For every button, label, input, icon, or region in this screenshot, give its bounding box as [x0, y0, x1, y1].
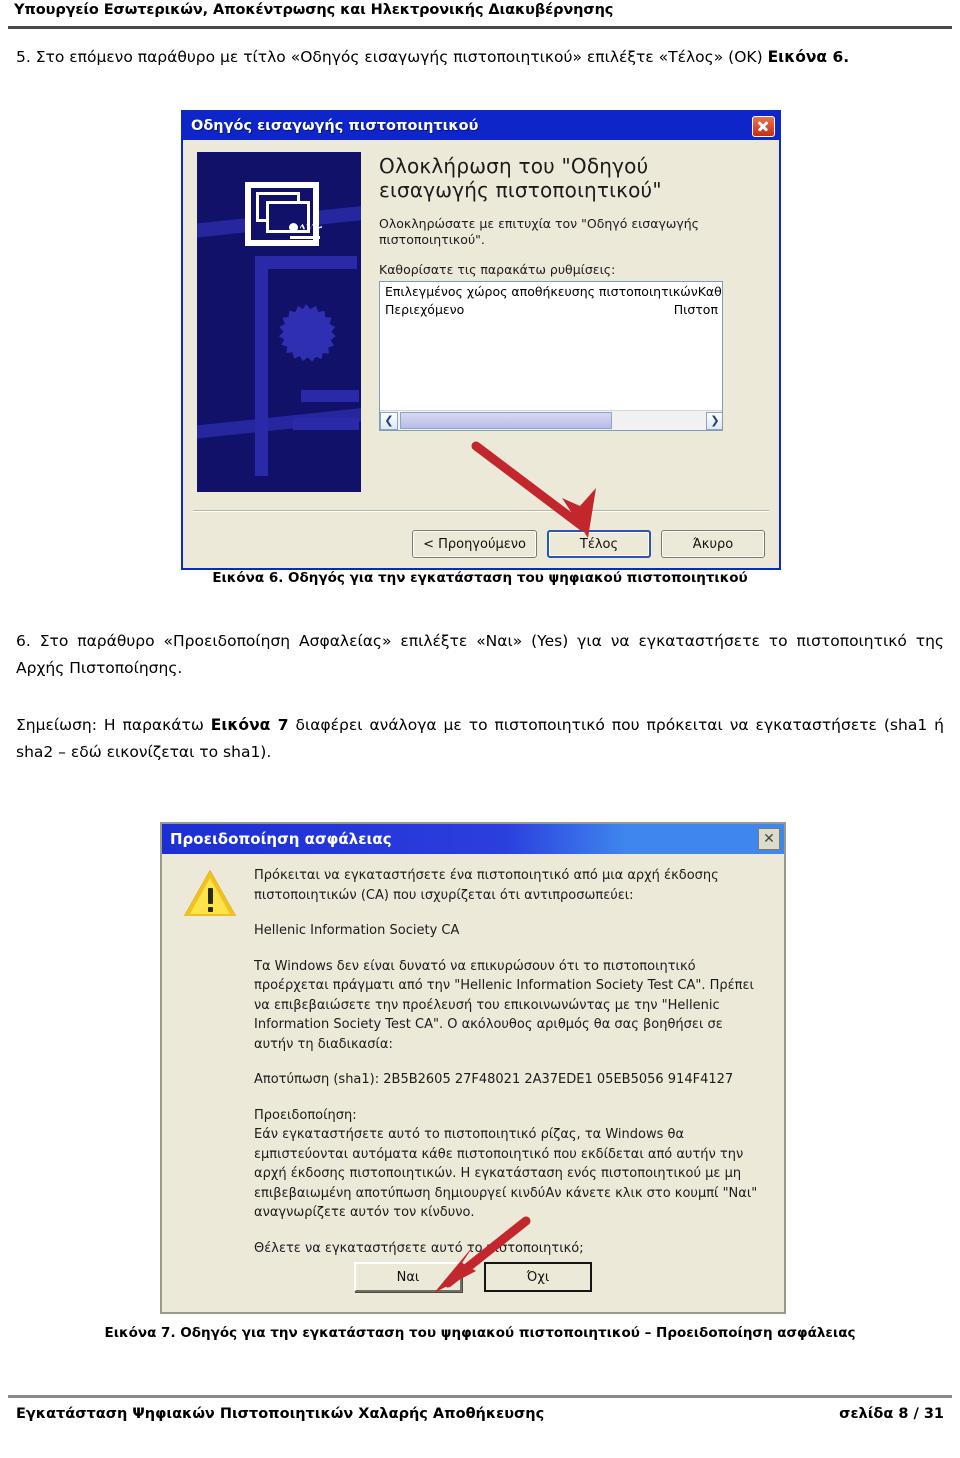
security-dialog-body: Πρόκειται να εγκαταστήσετε ένα πιστοποιη… [162, 854, 784, 1314]
artwork-bar [293, 418, 359, 430]
list-item[interactable]: Περιεχόμενο Πιστοπ [380, 300, 722, 318]
security-paragraph-2: Τα Windows δεν είναι δυνατό να επικυρώσο… [254, 958, 754, 1052]
security-titlebar: Προειδοποίηση ασφάλειας ✕ [162, 824, 784, 854]
setting-value: Καθορ [697, 284, 722, 299]
paragraph-step-5: 5. Στο επόμενο παράθυρο με τίτλο «Οδηγός… [16, 44, 944, 71]
wizard-content: Ολοκλήρωση του "Οδηγού εισαγωγής πιστοπο… [379, 154, 757, 431]
list-item[interactable]: Επιλεγμένος χώρος αποθήκευσης πιστοποιητ… [380, 282, 722, 300]
document-header-title: Υπουργείο Εσωτερικών, Αποκέντρωσης και Η… [14, 2, 614, 18]
step5-figure-ref: Εικόνα 6 [767, 48, 844, 66]
chevron-right-icon[interactable]: ❯ [706, 411, 722, 430]
note-text-before: Σημείωση: Η παρακάτω [16, 716, 211, 734]
security-thumbprint: Αποτύπωση (sha1): 2B5B2605 27F48021 2A37… [254, 1072, 734, 1087]
warning-triangle-icon [184, 870, 236, 918]
certificate-icon-signature [300, 222, 322, 230]
finish-button[interactable]: Τέλος [547, 530, 651, 558]
certificate-import-wizard-dialog: Οδηγός εισαγωγής πιστοποιητικού Ολοκλήρω… [181, 110, 781, 570]
certificate-icon [245, 182, 322, 246]
note-figure-ref: Εικόνα 7 [210, 716, 289, 734]
wizard-body: Ολοκλήρωση του "Οδηγού εισαγωγής πιστοπο… [183, 140, 779, 572]
figure-6-caption: Εικόνα 6. Οδηγός για την εγκατάσταση του… [212, 570, 748, 586]
security-ca-name: Hellenic Information Society CA [254, 923, 460, 938]
security-message-block: Πρόκειται να εγκαταστήσετε ένα πιστοποιη… [254, 866, 764, 1258]
security-button-row: Ναι Όχι [162, 1262, 784, 1292]
no-button[interactable]: Όχι [484, 1262, 592, 1292]
paragraph-step-6: 6. Στο παράθυρο «Προειδοποίηση Ασφαλείας… [16, 632, 944, 677]
close-icon[interactable] [752, 115, 775, 137]
security-dialog-title: Προειδοποίηση ασφάλειας [170, 830, 392, 848]
step5-text-after: . [843, 48, 850, 66]
artwork-bar [301, 390, 359, 402]
chevron-left-icon[interactable]: ❮ [380, 411, 398, 430]
security-warning-title: Προειδοποίηση: [254, 1107, 357, 1123]
scrollbar-thumb[interactable] [400, 412, 612, 429]
wizard-settings-listbox[interactable]: Επιλεγμένος χώρος αποθήκευσης πιστοποιητ… [379, 281, 723, 431]
certificate-icon-seal-dot [289, 223, 298, 232]
warning-exclamation-dot [207, 907, 213, 912]
wizard-heading: Ολοκλήρωση του "Οδηγού εισαγωγής πιστοπο… [379, 154, 662, 202]
figure-7-caption: Εικόνα 7. Οδηγός για την εγκατάσταση του… [104, 1325, 856, 1341]
wizard-button-row: < Προηγούμενο Τέλος Άκυρο [412, 530, 765, 558]
artwork-certificate-frame [255, 256, 357, 476]
setting-name: Επιλεγμένος χώρος αποθήκευσης πιστοποιητ… [385, 284, 698, 299]
security-paragraph-1: Πρόκειται να εγκαταστήσετε ένα πιστοποιη… [254, 868, 719, 903]
close-icon[interactable]: ✕ [758, 828, 780, 850]
certificate-icon-front-sheet [266, 201, 322, 245]
setting-name: Περιεχόμενο [385, 302, 465, 317]
yes-button[interactable]: Ναι [354, 1262, 462, 1292]
security-warning-body: Εάν εγκαταστήσετε αυτό το πιστοποιητικό … [254, 1127, 758, 1220]
certificate-icon-text-line [290, 236, 320, 239]
footer-document-title: Εγκατάσταση Ψηφιακών Πιστοποιητικών Χαλα… [16, 1406, 545, 1422]
header-divider [8, 26, 952, 29]
document-page: Υπουργείο Εσωτερικών, Αποκέντρωσης και Η… [0, 0, 960, 1458]
wizard-titlebar: Οδηγός εισαγωγής πιστοποιητικού [183, 112, 779, 140]
setting-value: Πιστοπ [673, 302, 718, 317]
step5-text-before: 5. Στο επόμενο παράθυρο με τίτλο «Οδηγός… [16, 48, 768, 66]
security-question: Θέλετε να εγκαταστήσετε αυτό το πιστοποι… [254, 1240, 584, 1256]
wizard-settings-label: Καθορίσατε τις παρακάτω ρυθμίσεις: [379, 262, 616, 277]
wizard-artwork-panel [197, 152, 361, 492]
back-button[interactable]: < Προηγούμενο [412, 530, 537, 558]
wizard-title: Οδηγός εισαγωγής πιστοποιητικού [191, 118, 479, 134]
paragraph-note: Σημείωση: Η παρακάτω Εικόνα 7 διαφέρει α… [16, 712, 944, 766]
footer-page-number: σελίδα 8 / 31 [839, 1406, 944, 1422]
security-warning-dialog: Προειδοποίηση ασφάλειας ✕ Πρόκειται να ε… [160, 822, 786, 1314]
certificate-icon-text-line [290, 242, 310, 245]
wizard-footer-divider [193, 510, 769, 512]
footer-divider [8, 1395, 952, 1398]
wizard-subtext: Ολοκληρώσατε με επιτυχία τον "Οδηγό εισα… [379, 216, 699, 247]
cancel-button[interactable]: Άκυρο [661, 530, 765, 558]
warning-exclamation-stem [207, 888, 213, 904]
horizontal-scrollbar[interactable]: ❮ ❯ [380, 410, 722, 430]
